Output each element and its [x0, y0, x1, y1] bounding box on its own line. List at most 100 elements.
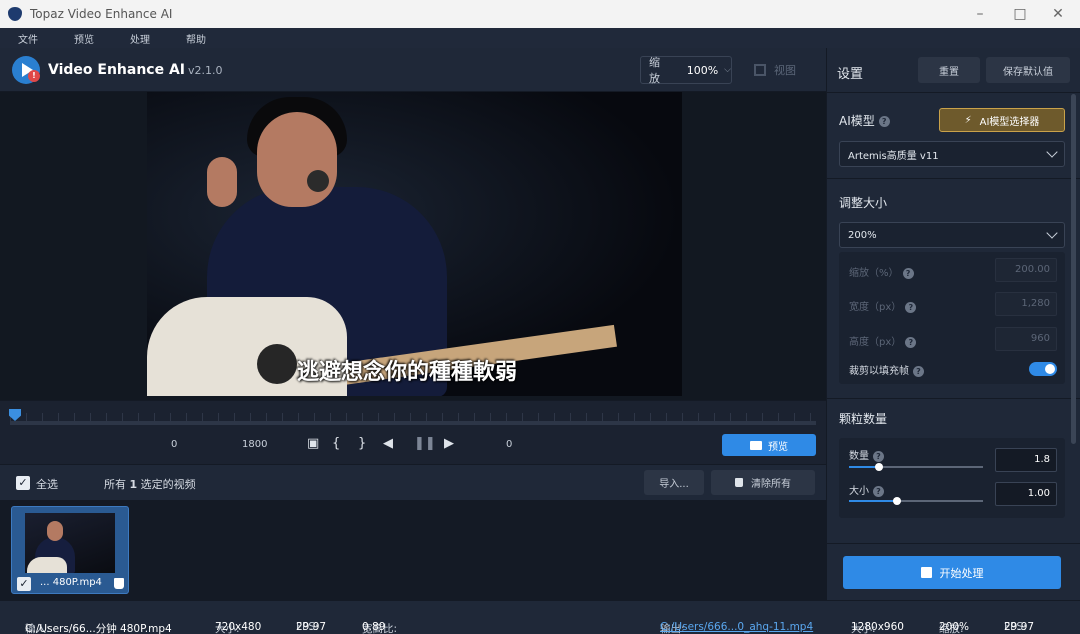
resize-select[interactable]: 200%: [839, 222, 1065, 248]
view-label: 视图: [774, 64, 796, 77]
summary-suffix: 选定的视频: [137, 478, 196, 491]
view-button[interactable]: 视图: [742, 56, 816, 84]
size-label: 大小?: [849, 482, 884, 497]
timeline-start: 0: [171, 439, 178, 450]
thumbnail-checkbox[interactable]: ✓: [17, 577, 31, 591]
width-input[interactable]: 1,280: [995, 292, 1057, 316]
help-icon[interactable]: ?: [878, 116, 890, 127]
width-label: 宽度（px）?: [849, 298, 917, 313]
grain-options: 数量? 1.8 大小? 1.00: [839, 438, 1065, 518]
reset-button[interactable]: 重置: [918, 57, 980, 83]
ai-model-select[interactable]: Artemis高质量 v11: [839, 141, 1065, 167]
select-all-label: 全选: [36, 478, 58, 491]
video-list: ✓ ... 480P.mp4: [0, 500, 826, 600]
previous-frame-icon[interactable]: ◀: [383, 436, 393, 451]
mark-in-icon[interactable]: {: [332, 436, 340, 451]
chevron-down-icon: [1046, 146, 1058, 158]
help-icon[interactable]: ?: [905, 336, 917, 348]
width-label-text: 宽度（px）: [849, 302, 902, 313]
save-disk-icon: [920, 567, 932, 578]
performer-head: [257, 112, 337, 207]
size-slider[interactable]: [849, 497, 983, 505]
height-label-text: 高度（px）: [849, 337, 902, 348]
guitar-soundhole: [257, 344, 297, 384]
help-icon[interactable]: ?: [913, 365, 924, 377]
menu-help[interactable]: 帮助: [168, 31, 224, 46]
clear-all-label: 清除所有: [751, 479, 791, 490]
height-input[interactable]: 960: [995, 327, 1057, 351]
summary-prefix: 所有: [104, 478, 130, 491]
save-default-button[interactable]: 保存默认值: [986, 57, 1070, 83]
menu-preview[interactable]: 预览: [56, 31, 112, 46]
help-icon[interactable]: ?: [902, 267, 914, 279]
size-input[interactable]: 1.00: [995, 482, 1057, 506]
output-path-link[interactable]: C:/Users/666...0_ahq-11.mp4: [660, 621, 813, 633]
alert-badge-icon[interactable]: !: [28, 70, 40, 82]
amount-label-text: 数量: [849, 451, 869, 462]
preview-button[interactable]: 预览: [722, 434, 816, 456]
size-label-text: 大小: [849, 486, 869, 497]
ai-model-picker-label: AI模型选择器: [979, 116, 1040, 128]
select-all-checkbox[interactable]: ✓: [16, 476, 30, 490]
panel-divider: [827, 398, 1080, 399]
minimize-icon[interactable]: –: [960, 0, 1000, 28]
monitor-icon: [750, 440, 762, 450]
ai-model-picker-button[interactable]: ⚡ AI模型选择器: [939, 108, 1065, 132]
amount-input[interactable]: 1.8: [995, 448, 1057, 472]
thumb-head: [47, 521, 63, 541]
scale-label-text: 缩放（%）: [849, 268, 899, 279]
help-icon[interactable]: ?: [873, 485, 884, 497]
aspect-value: 0.89: [362, 621, 386, 633]
panel-divider: [827, 543, 1080, 544]
video-thumbnail[interactable]: ✓ ... 480P.mp4: [11, 506, 129, 594]
zoom-label: 缩放: [649, 56, 660, 85]
timeline-track[interactable]: [10, 421, 816, 425]
mark-out-icon[interactable]: }: [358, 436, 366, 451]
start-processing-button[interactable]: 开始处理: [843, 556, 1061, 589]
panel-divider: [827, 92, 1080, 93]
timeline-ticks: [10, 413, 816, 421]
preview-label: 预览: [768, 441, 788, 453]
amount-slider-knob[interactable]: [875, 463, 883, 471]
clear-all-button[interactable]: 清除所有: [711, 470, 815, 495]
resize-value: 200%: [848, 229, 877, 241]
crop-toggle[interactable]: [1029, 362, 1057, 376]
app-brand: Video Enhance AI v2.1.0: [48, 62, 223, 78]
ai-model-value: Artemis高质量 v11: [848, 150, 939, 162]
menu-bar: 文件 预览 处理 帮助: [0, 28, 1080, 48]
snapshot-icon[interactable]: ▣: [307, 436, 319, 451]
scale-input[interactable]: 200.00: [995, 258, 1057, 282]
menu-file[interactable]: 文件: [0, 31, 56, 46]
close-icon[interactable]: ✕: [1038, 0, 1078, 28]
zoom-select[interactable]: 缩放 100% ⌵: [640, 56, 732, 85]
amount-label: 数量?: [849, 447, 884, 462]
app-header: ! Video Enhance AI v2.1.0 缩放 100% ⌵ 视图: [0, 48, 826, 92]
next-frame-icon[interactable]: ▶: [444, 436, 454, 451]
amount-slider[interactable]: [849, 463, 983, 471]
thumbnail-image: [25, 513, 115, 573]
import-button[interactable]: 导入...: [644, 470, 704, 495]
resize-label: 调整大小: [839, 196, 888, 210]
title-bar: Topaz Video Enhance AI – □ ✕: [0, 0, 1080, 28]
summary-count: 1: [129, 478, 138, 491]
zoom-value: 100%: [686, 63, 719, 77]
maximize-icon[interactable]: □: [1000, 0, 1040, 28]
lightning-icon: ⚡: [964, 114, 972, 126]
help-icon[interactable]: ?: [905, 301, 917, 313]
video-preview-area: 逃避想念你的種種軟弱: [0, 92, 826, 400]
remove-video-icon[interactable]: [114, 578, 124, 589]
menu-process[interactable]: 处理: [112, 31, 168, 46]
size-slider-knob[interactable]: [893, 497, 901, 505]
file-list-toolbar: ✓ 全选 所有 1 选定的视频 导入... 清除所有: [0, 464, 826, 500]
video-frame[interactable]: 逃避想念你的種種軟弱: [147, 92, 682, 396]
settings-scrollbar[interactable]: [1071, 94, 1076, 444]
output-zoom: 200%: [939, 621, 970, 633]
trash-icon: [735, 478, 743, 487]
pause-icon[interactable]: ❚❚: [414, 436, 436, 451]
window-title: Topaz Video Enhance AI: [30, 7, 173, 21]
help-icon[interactable]: ?: [873, 450, 884, 462]
resize-options: 缩放（%）? 200.00 宽度（px）? 1,280 高度（px）? 960 …: [839, 252, 1065, 384]
microphone: [307, 170, 329, 192]
ai-model-section: AI模型?: [839, 112, 890, 129]
input-size: 720x480: [215, 621, 262, 633]
